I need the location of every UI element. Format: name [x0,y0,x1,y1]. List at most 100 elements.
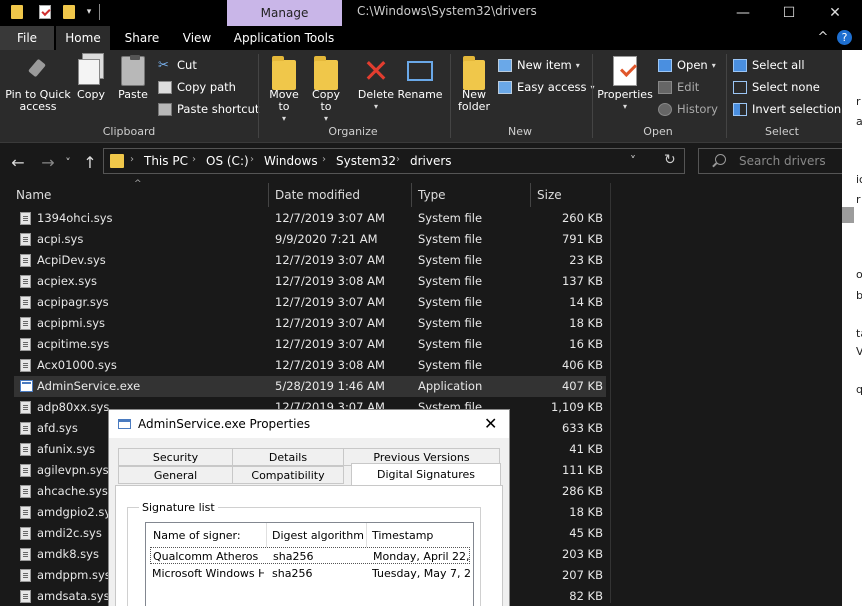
file-size: 41 KB [569,442,603,456]
file-row[interactable]: acpitime.sys 12/7/2019 3:07 AM System file… [14,334,606,355]
column-date-modified[interactable]: Date modified [275,188,360,202]
breadcrumb-separator[interactable]: › [322,154,326,165]
new-item-button[interactable]: New item ▾ [498,56,580,74]
breadcrumb-system32[interactable]: System32 [336,154,396,168]
close-button[interactable]: ✕ [812,0,858,26]
tab-file[interactable]: File [0,26,54,50]
sig-column-digest[interactable]: Digest algorithm [272,529,364,542]
breadcrumb-this-pc[interactable]: This PC [144,154,188,168]
tab-share[interactable]: Share [116,26,168,50]
recent-locations-icon[interactable]: ˅ [61,152,75,172]
rename-button[interactable]: Rename [396,56,444,101]
maximize-button[interactable]: ☐ [766,0,812,26]
dialog-title-bar: AdminService.exe Properties ✕ [109,410,509,438]
signature-table[interactable]: Name of signer: Digest algorithm Timesta… [145,522,474,606]
column-type[interactable]: Type [418,188,446,202]
refresh-icon[interactable]: ↻ [664,152,676,168]
tab-details[interactable]: Details [232,448,344,466]
folder-icon[interactable] [10,4,24,20]
breadcrumb-os-c[interactable]: OS (C:) [206,154,249,168]
up-arrow-icon[interactable]: ↑ [80,152,100,172]
copy-button[interactable]: Copy [74,53,108,101]
new-folder-icon[interactable] [62,4,76,20]
sig-column-signer[interactable]: Name of signer: [153,529,241,542]
file-type: System file [418,358,483,372]
customize-quick-access-icon[interactable]: ▾ [84,4,94,20]
file-type: System file [418,337,483,351]
minimize-button[interactable]: — [720,0,766,26]
file-row[interactable]: acpi.sys 9/9/2020 7:21 AM System file 791 K… [14,229,606,250]
select-none-button[interactable]: Select none [733,78,820,96]
tab-compatibility[interactable]: Compatibility [232,466,344,484]
new-folder-button[interactable]: New folder [454,56,494,113]
sig-timestamp: Monday, April 22, 20 [373,550,471,563]
easy-access-icon [498,80,512,94]
copy-path-button[interactable]: Copy path [158,78,236,96]
search-box[interactable]: Search drivers [698,148,845,174]
column-divider[interactable] [530,183,531,207]
file-row[interactable]: acpipagr.sys 12/7/2019 3:07 AM System file… [14,292,606,313]
file-date: 5/28/2019 1:46 AM [275,379,385,393]
tab-application-tools[interactable]: Application Tools [228,26,340,50]
properties-button[interactable]: Properties ▾ [596,56,654,113]
file-row[interactable]: 1394ohci.sys 12/7/2019 3:07 AM System file… [14,208,606,229]
file-row[interactable]: Acx01000.sys 12/7/2019 3:08 AM System file… [14,355,606,376]
breadcrumb-drivers[interactable]: drivers [410,154,452,168]
paste-button[interactable]: Paste [116,55,150,101]
tab-digital-signatures[interactable]: Digital Signatures [351,463,501,485]
pin-to-quick-access-button[interactable]: Pin to Quick access [4,56,72,113]
move-to-button[interactable]: Move to ▾ [266,56,302,125]
sig-signer: Qualcomm Atheros [153,550,259,563]
paste-shortcut-button[interactable]: Paste shortcut [158,100,259,118]
column-divider[interactable] [268,183,269,207]
manage-contextual-tab[interactable]: Manage [227,0,342,26]
column-size[interactable]: Size [537,188,562,202]
open-icon [658,58,672,72]
tab-home[interactable]: Home [56,26,110,50]
column-divider[interactable] [366,523,367,547]
edit-button[interactable]: Edit [658,78,699,96]
file-row[interactable]: acpiex.sys 12/7/2019 3:08 AM System file 13… [14,271,606,292]
file-row[interactable]: acpipmi.sys 12/7/2019 3:07 AM System file 1… [14,313,606,334]
column-divider[interactable] [266,523,267,547]
details-pane-fragment: V [856,345,862,358]
invert-selection-button[interactable]: Invert selection [733,100,841,118]
easy-access-button[interactable]: Easy access ▾ [498,78,595,96]
file-row[interactable]: AcpiDev.sys 12/7/2019 3:07 AM System file 2… [14,250,606,271]
breadcrumb-separator[interactable]: › [396,154,400,165]
tab-security[interactable]: Security [118,448,233,466]
sig-column-timestamp[interactable]: Timestamp [372,529,433,542]
breadcrumb-windows[interactable]: Windows [264,154,318,168]
history-button[interactable]: History [658,100,718,118]
breadcrumb-separator[interactable]: › [130,154,134,165]
copy-to-button[interactable]: Copy to ▾ [308,56,344,125]
file-row[interactable]: AdminService.exe 5/28/2019 1:46 AM Applica… [14,376,606,397]
copy-icon [78,53,104,86]
scrollbar-thumb[interactable] [842,207,854,223]
sys-file-icon [20,254,31,267]
breadcrumb-separator[interactable]: › [192,154,196,165]
column-divider[interactable] [411,183,412,207]
help-icon[interactable]: ? [837,30,852,45]
file-name: AdminService.exe [37,379,141,393]
tab-view[interactable]: View [174,26,220,50]
file-date: 12/7/2019 3:08 AM [275,358,385,372]
address-dropdown-icon[interactable]: ˅ [630,154,636,168]
address-bar[interactable]: › This PC › OS (C:) › Windows › System32… [103,148,685,174]
properties-label: Properties [597,88,653,101]
delete-button[interactable]: ✕ Delete ▾ [356,55,396,113]
dialog-close-button[interactable]: ✕ [484,414,497,433]
breadcrumb-separator[interactable]: › [250,154,254,165]
collapse-ribbon-icon[interactable]: ^ [814,28,832,46]
select-all-button[interactable]: Select all [733,56,805,74]
forward-arrow-icon[interactable]: → [38,152,58,172]
signature-row[interactable]: Microsoft Windows H... sha256 Tuesday, M… [150,565,470,582]
tab-general[interactable]: General [118,466,233,484]
cut-button[interactable]: ✂ Cut [158,56,197,74]
properties-check-icon[interactable] [38,4,52,20]
column-name[interactable]: Name [16,188,51,202]
back-arrow-icon[interactable]: ← [8,152,28,172]
file-type: System file [418,274,483,288]
open-button[interactable]: Open ▾ [658,56,716,74]
signature-row[interactable]: Qualcomm Atheros sha256 Monday, April 22… [150,547,471,564]
